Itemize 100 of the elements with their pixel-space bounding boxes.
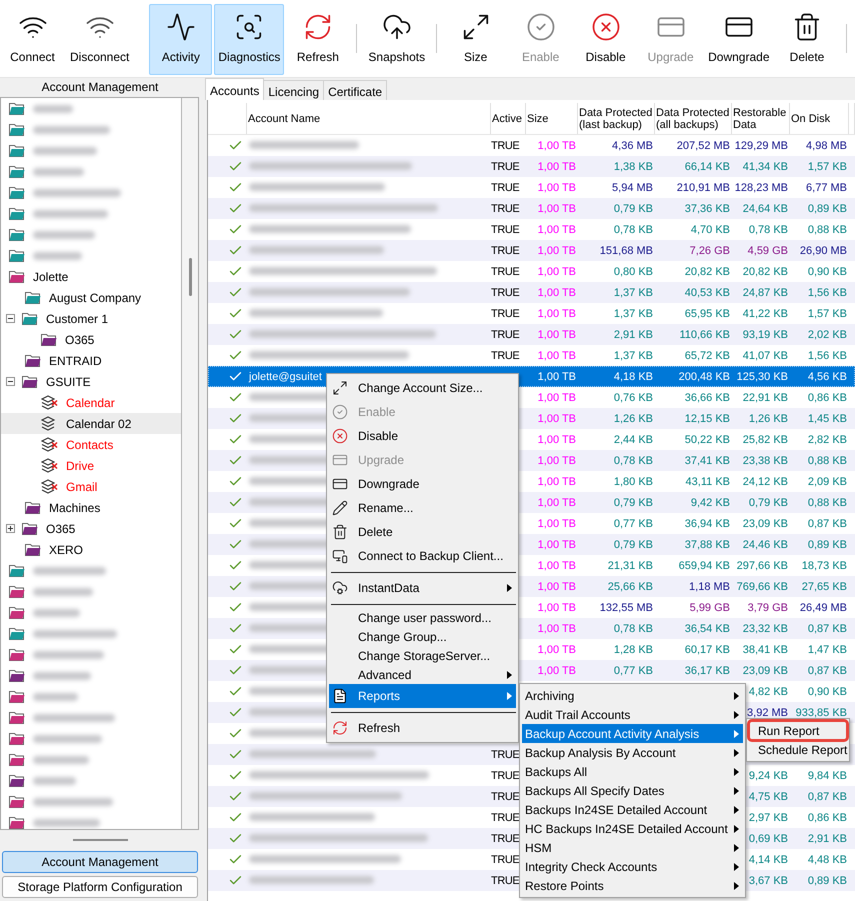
table-cell-text: 129,29 MB xyxy=(734,140,789,152)
table-cell-text: 1,47 KB xyxy=(806,644,848,656)
table-cell-text: 769,66 KB xyxy=(736,580,789,592)
table-cell-text: 210,91 MB xyxy=(676,182,731,194)
table-cell: TRUE xyxy=(491,832,520,844)
table-cell-text: 1,37 KB xyxy=(612,350,654,362)
table-cell-text: 0,77 KB xyxy=(612,664,654,676)
table-cell-text: 1,00 TB xyxy=(536,266,577,278)
table-cell-text: 43,11 KB xyxy=(684,476,731,488)
table-cell-text: 0,87 KB xyxy=(806,790,848,802)
table-cell-text: 50,22 KB xyxy=(684,434,731,446)
table-cell-text: 23,32 KB xyxy=(742,622,789,634)
table-cell-text: 4,18 KB xyxy=(612,370,654,382)
table-cell-text: 23,09 KB xyxy=(742,518,789,530)
table-cell-text: 1,56 KB xyxy=(806,286,848,298)
table-cell-text: 4,56 KB xyxy=(806,370,848,382)
table-cell-text: 36,54 KB xyxy=(684,622,731,634)
table-cell-text: 0,78 KB xyxy=(612,454,654,466)
table-cell-text: 1,18 MB xyxy=(688,580,731,592)
table-cell-text: 1,37 KB xyxy=(612,286,654,298)
table-cell-text: 6,77 MB xyxy=(805,182,848,194)
table-cell-text: 2,91 KB xyxy=(806,832,848,844)
table-cell-text: 1,38 KB xyxy=(612,160,654,172)
table-cell-text: 200,48 KB xyxy=(678,370,731,382)
table-cell: TRUE xyxy=(491,748,520,760)
table-cell-text: 1,00 TB xyxy=(536,160,577,172)
table-cell-text: 0,87 KB xyxy=(806,664,848,676)
table-cell-text: 60,17 KB xyxy=(684,644,731,656)
table-cell: TRUE xyxy=(491,202,520,214)
table-cell-text: 1,45 KB xyxy=(806,412,848,424)
table-cell-text: 22,91 KB xyxy=(742,392,789,404)
table-cell: TRUE xyxy=(491,286,520,298)
table-cell-text: 1,00 TB xyxy=(536,202,577,214)
table-cell-text: 1,00 TB xyxy=(536,224,577,236)
table-cell-text: 9,42 KB xyxy=(690,496,731,508)
table-cell-text: 659,94 KB xyxy=(678,560,731,572)
table-cell-text: 1,00 TB xyxy=(536,602,577,614)
table-cell-text: 26,90 MB xyxy=(798,244,848,256)
table-cell-text: 1,57 KB xyxy=(806,308,848,320)
table-cell-text: 933,85 KB xyxy=(794,706,848,718)
table-cell-text: 1,00 TB xyxy=(536,412,577,424)
table-cell-text: 4,98 MB xyxy=(805,140,848,152)
table-cell-text: 3,67 KB xyxy=(748,874,789,886)
table-cell: TRUE xyxy=(491,244,520,256)
table-cell-text: 25,66 KB xyxy=(606,580,654,592)
table-cell-text: 4,75 KB xyxy=(748,790,789,802)
table-cell: TRUE xyxy=(491,182,520,194)
table-cell-text: 1,00 TB xyxy=(536,350,577,362)
table-cell-text: 125,30 KB xyxy=(736,370,789,382)
table-cell-text: 2,97 KB xyxy=(748,812,789,824)
table-cell-text: 65,95 KB xyxy=(684,308,731,320)
table-cell-text: 20,82 KB xyxy=(742,266,789,278)
table-cell-text: 1,00 TB xyxy=(536,328,577,340)
table-cell-text: 128,23 MB xyxy=(734,182,789,194)
table-cell-text: 1,00 TB xyxy=(536,308,577,320)
table-cell-text: 1,00 TB xyxy=(536,476,577,488)
table-cell-text: 1,00 TB xyxy=(536,664,577,676)
table-cell-text: 1,00 TB xyxy=(536,392,577,404)
table-cell-text: 41,22 KB xyxy=(742,308,789,320)
table-cell-text: 0,79 KB xyxy=(612,538,654,550)
table-cell-text: 1,56 KB xyxy=(806,350,848,362)
table-cell-text: 151,68 MB xyxy=(598,244,654,256)
table-cell: TRUE xyxy=(491,160,520,172)
table-cell-text: 20,82 KB xyxy=(684,266,731,278)
table-cell-text: 0,69 KB xyxy=(748,832,789,844)
table-cell-text: 7,26 GB xyxy=(688,244,731,256)
table-cell-text: 4,48 KB xyxy=(806,854,848,866)
table-cell-text: 3,92 MB xyxy=(746,706,789,718)
table-cell-text: 2,44 KB xyxy=(612,434,654,446)
table-cell-text: 1,00 TB xyxy=(536,182,577,194)
table-cell-text: 1,00 TB xyxy=(536,644,577,656)
table-cell-text: 1,00 TB xyxy=(536,560,577,572)
table-cell-text: 65,72 KB xyxy=(684,350,731,362)
table-cell-text: 0,79 KB xyxy=(612,202,654,214)
table-cell-text: 132,55 MB xyxy=(598,602,654,614)
table-cell-text: 27,65 KB xyxy=(800,580,848,592)
table-cell-text: 38,41 KB xyxy=(742,644,789,656)
table-cell-text: 66,14 KB xyxy=(684,160,731,172)
table-cell-text: 3,79 GB xyxy=(746,602,789,614)
table-cell-text: 18,73 KB xyxy=(800,560,848,572)
table-cell-text: 2,91 KB xyxy=(612,328,654,340)
table-cell: TRUE xyxy=(491,790,520,802)
table-cell-text: 40,53 KB xyxy=(684,286,731,298)
table-cell-text: 0,88 KB xyxy=(806,496,848,508)
table-cell-text: 1,37 KB xyxy=(612,308,654,320)
table-cell-text: 0,87 KB xyxy=(806,622,848,634)
table-cell-text: 26,49 MB xyxy=(798,602,848,614)
panel-title: Account Management xyxy=(40,79,160,96)
table-cell-text: 37,41 KB xyxy=(684,454,731,466)
table-cell-text: 23,09 KB xyxy=(742,664,789,676)
table-cell-text: 207,52 MB xyxy=(676,140,731,152)
table-cell-text: 5,94 MB xyxy=(611,182,654,194)
table-cell-text: 0,88 KB xyxy=(806,224,848,236)
table-cell-text: 0,89 KB xyxy=(806,874,848,886)
table-cell-text: 1,00 TB xyxy=(536,622,577,634)
table-cell: TRUE xyxy=(491,140,520,152)
table-cell-text: 36,66 KB xyxy=(684,392,731,404)
table-cell-text: 0,90 KB xyxy=(806,266,848,278)
table-cell-text: 1,00 TB xyxy=(536,580,577,592)
table-cell-text: 1,00 TB xyxy=(536,286,577,298)
